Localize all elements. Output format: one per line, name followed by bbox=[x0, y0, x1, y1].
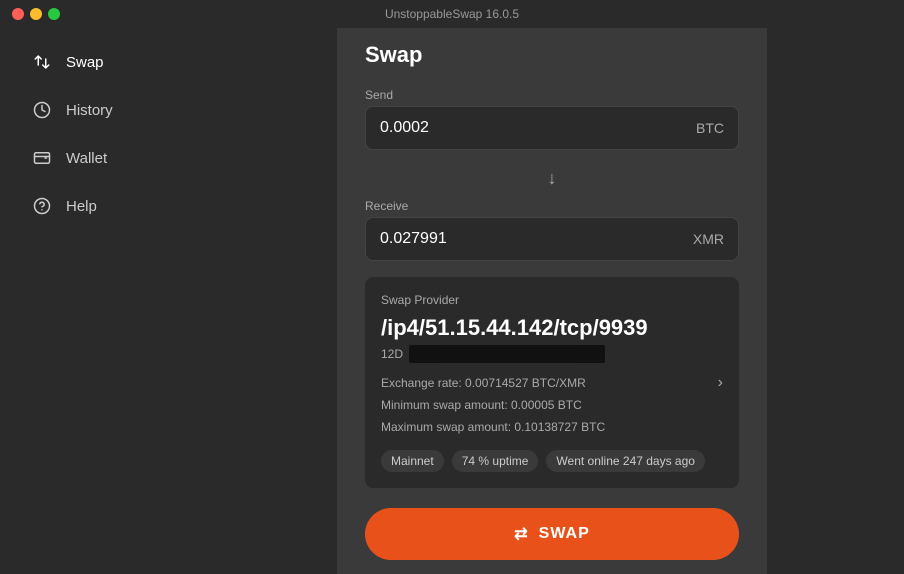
main-content: Swap Send 0.0002 BTC ↓ Receive 0.027991 … bbox=[200, 28, 904, 574]
history-icon bbox=[32, 100, 52, 120]
badge-uptime: 74 % uptime bbox=[452, 450, 539, 472]
exchange-rate: Exchange rate: 0.00714527 BTC/XMR bbox=[381, 373, 723, 395]
sidebar-item-help-label: Help bbox=[66, 198, 97, 215]
provider-badges: Mainnet 74 % uptime Went online 247 days… bbox=[381, 450, 723, 472]
swap-btn-icon: ⇄ bbox=[514, 524, 528, 544]
sidebar-item-history[interactable]: History bbox=[8, 86, 192, 134]
badge-online: Went online 247 days ago bbox=[546, 450, 705, 472]
wallet-icon bbox=[32, 148, 52, 168]
swap-icon bbox=[32, 52, 52, 72]
sidebar-item-help[interactable]: Help bbox=[8, 182, 192, 230]
receive-field-group: Receive 0.027991 XMR bbox=[365, 199, 739, 261]
send-value: 0.0002 bbox=[380, 119, 429, 137]
provider-id-row: 12D ████████████████ bbox=[381, 345, 723, 363]
send-field-group: Send 0.0002 BTC bbox=[365, 88, 739, 150]
receive-field-box[interactable]: 0.027991 XMR bbox=[365, 217, 739, 261]
sidebar-item-swap-label: Swap bbox=[66, 54, 104, 71]
swap-card: Swap Send 0.0002 BTC ↓ Receive 0.027991 … bbox=[337, 28, 767, 574]
min-swap: Minimum swap amount: 0.00005 BTC bbox=[381, 395, 723, 417]
badge-mainnet: Mainnet bbox=[381, 450, 444, 472]
arrow-down-icon: ↓ bbox=[548, 168, 557, 189]
help-icon bbox=[32, 196, 52, 216]
swap-title: Swap bbox=[365, 42, 739, 68]
sidebar-item-history-label: History bbox=[66, 102, 113, 119]
receive-currency: XMR bbox=[693, 231, 724, 247]
receive-value: 0.027991 bbox=[380, 230, 447, 248]
arrow-down-container: ↓ bbox=[365, 158, 739, 199]
provider-address: /ip4/51.15.44.142/tcp/9939 bbox=[381, 315, 723, 341]
send-currency: BTC bbox=[696, 120, 724, 136]
provider-section[interactable]: Swap Provider /ip4/51.15.44.142/tcp/9939… bbox=[365, 277, 739, 488]
receive-label: Receive bbox=[365, 199, 739, 213]
swap-button-label: SWAP bbox=[539, 525, 590, 543]
sidebar-item-wallet[interactable]: Wallet bbox=[8, 134, 192, 182]
titlebar: UnstoppableSwap 16.0.5 bbox=[0, 0, 904, 28]
provider-label: Swap Provider bbox=[381, 293, 723, 307]
provider-details: Exchange rate: 0.00714527 BTC/XMR Minimu… bbox=[381, 373, 723, 438]
maximize-button[interactable] bbox=[48, 8, 60, 20]
provider-id-redacted: ████████████████ bbox=[409, 345, 605, 363]
send-field-box[interactable]: 0.0002 BTC bbox=[365, 106, 739, 150]
swap-button[interactable]: ⇄ SWAP bbox=[365, 508, 739, 560]
provider-chevron-icon: › bbox=[718, 374, 723, 392]
sidebar-item-swap[interactable]: Swap bbox=[8, 38, 192, 86]
window-controls bbox=[12, 8, 60, 20]
sidebar-item-wallet-label: Wallet bbox=[66, 150, 107, 167]
provider-id-prefix: 12D bbox=[381, 347, 403, 361]
send-label: Send bbox=[365, 88, 739, 102]
minimize-button[interactable] bbox=[30, 8, 42, 20]
app-title: UnstoppableSwap 16.0.5 bbox=[385, 7, 519, 21]
close-button[interactable] bbox=[12, 8, 24, 20]
sidebar: Swap History Wallet bbox=[0, 28, 200, 574]
max-swap: Maximum swap amount: 0.10138727 BTC bbox=[381, 417, 723, 439]
app-body: Swap History Wallet bbox=[0, 28, 904, 574]
